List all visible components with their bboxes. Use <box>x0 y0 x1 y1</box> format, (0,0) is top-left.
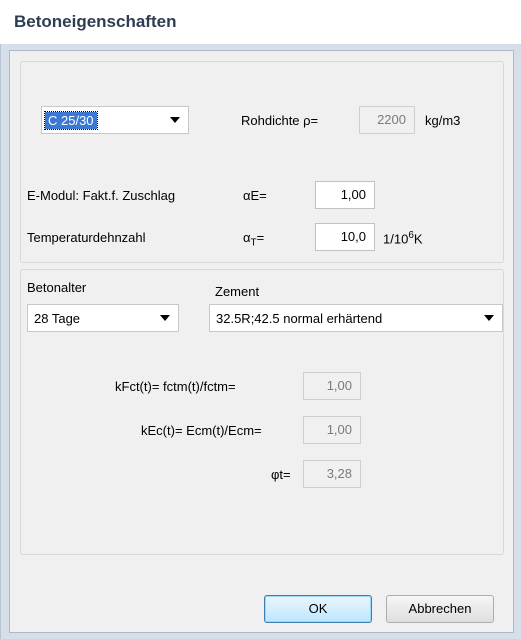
ok-button[interactable]: OK <box>264 595 372 623</box>
betonalter-dropdown[interactable]: 28 Tage <box>27 304 179 332</box>
zement-dropdown[interactable]: 32.5R;42.5 normal erhärtend <box>209 304 503 332</box>
window-frame: C 25/30 Rohdichte ρ= 2200 kg/m3 E-Modul:… <box>0 44 521 639</box>
emodul-factor-field[interactable]: 1,00 <box>315 181 375 209</box>
rohdichte-field: 2200 <box>359 106 415 134</box>
phi-label: φt= <box>271 467 291 482</box>
rohdichte-label: Rohdichte ρ= <box>241 113 319 128</box>
chevron-down-icon <box>476 305 502 331</box>
age-cement-group: Betonalter 28 Tage Zement 32.5R;42.5 nor… <box>20 269 504 555</box>
cancel-button[interactable]: Abbrechen <box>386 595 494 623</box>
temp-unit-k: K <box>413 231 423 247</box>
kec-field: 1,00 <box>303 416 361 444</box>
kfct-label: kFct(t)= fctm(t)/fctm= <box>115 379 236 394</box>
chevron-down-icon <box>152 305 178 331</box>
temperature-coefficient-field[interactable]: 10,0 <box>315 223 375 251</box>
emodul-symbol: αE= <box>243 188 267 203</box>
zement-label: Zement <box>215 284 260 299</box>
temperature-symbol: αT= <box>243 230 264 249</box>
kec-label: kEc(t)= Ecm(t)/Ecm= <box>141 423 262 438</box>
chevron-down-icon <box>162 107 188 133</box>
rohdichte-unit: kg/m3 <box>425 113 461 128</box>
alpha-symbol: α <box>243 230 251 245</box>
zement-value: 32.5R;42.5 normal erhärtend <box>216 310 383 326</box>
concrete-class-dropdown[interactable]: C 25/30 <box>41 106 189 134</box>
kfct-field: 1,00 <box>303 372 361 400</box>
emodul-label: E-Modul: Fakt.f. Zuschlag <box>27 188 176 203</box>
title-bar: Betoneigenschaften <box>0 0 521 44</box>
dialog-client: C 25/30 Rohdichte ρ= 2200 kg/m3 E-Modul:… <box>9 50 514 633</box>
concrete-class-value: C 25/30 <box>44 110 98 130</box>
betonalter-value: 28 Tage <box>34 310 81 326</box>
temperature-label: Temperaturdehnzahl <box>27 230 146 245</box>
window-title: Betoneigenschaften <box>14 12 177 31</box>
temperature-unit: 1/106K <box>383 230 423 246</box>
phi-field: 3,28 <box>303 460 361 488</box>
betonalter-label: Betonalter <box>27 280 87 295</box>
material-group: C 25/30 Rohdichte ρ= 2200 kg/m3 E-Modul:… <box>20 61 504 263</box>
alpha-equals: = <box>256 230 265 245</box>
temp-unit-base: 1/10 <box>383 231 409 247</box>
